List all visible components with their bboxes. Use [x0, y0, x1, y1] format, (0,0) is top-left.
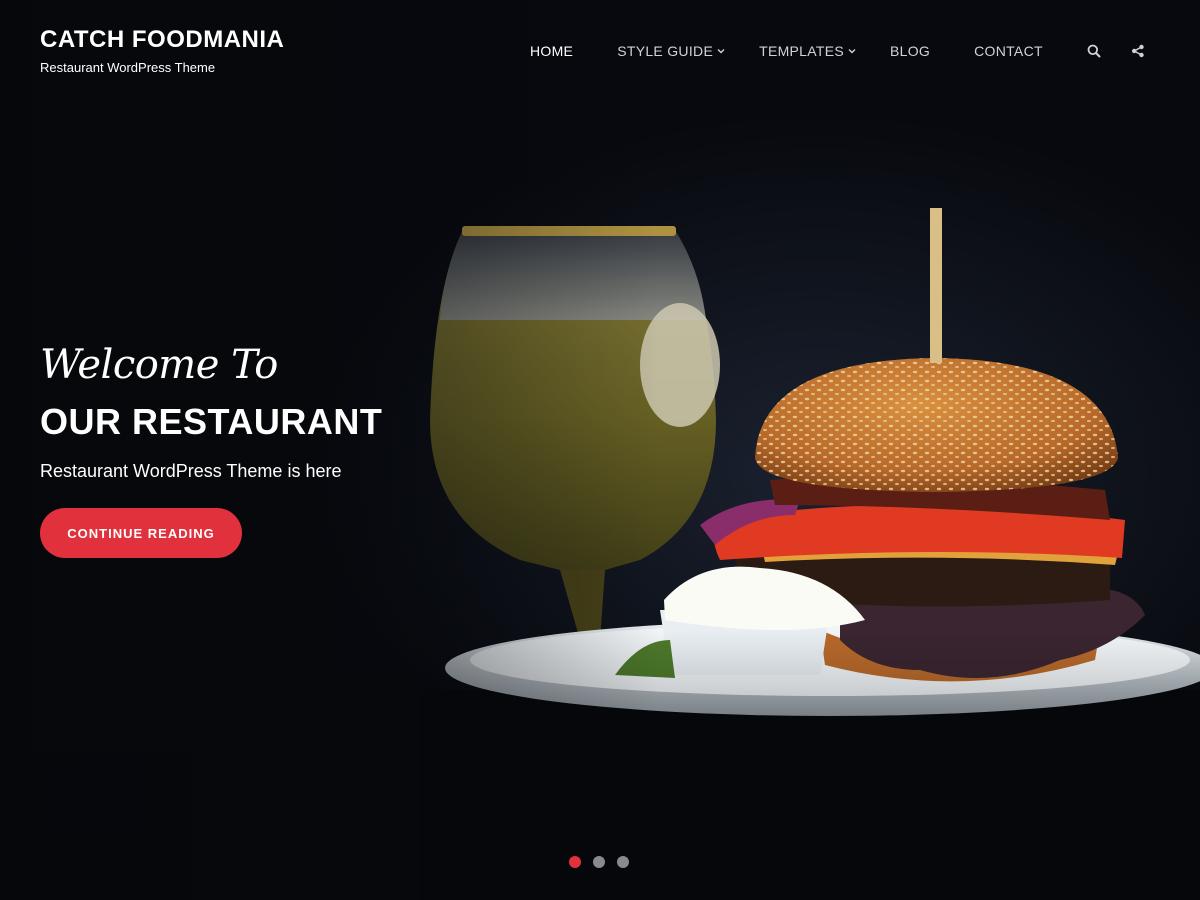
hero-subtext: Restaurant WordPress Theme is here: [40, 461, 342, 481]
site-header: CATCH FOODMANIA Restaurant WordPress The…: [0, 0, 1200, 100]
menu-item-home[interactable]: HOME: [530, 43, 573, 59]
hero-welcome-script: Welcome To: [40, 342, 278, 388]
slider-dot-3[interactable]: [617, 856, 629, 868]
menu-item-contact[interactable]: CONTACT: [974, 43, 1043, 59]
site-title[interactable]: CATCH FOODMANIA: [40, 26, 284, 54]
skewer: [930, 208, 942, 363]
menu-item-label: HOME: [530, 43, 574, 59]
search-icon: [1087, 44, 1101, 58]
hero-headline: OUR RESTAURANT: [40, 401, 383, 442]
main-menu: HOME STYLE GUIDE TEMPLATES BLOG CONTACT: [530, 40, 1087, 62]
continue-reading-button[interactable]: CONTINUE READING: [40, 508, 242, 558]
menu-item-style-guide[interactable]: STYLE GUIDE: [617, 43, 725, 59]
menu-item-label: STYLE GUIDE: [617, 43, 714, 59]
menu-item-label: BLOG: [890, 43, 931, 59]
site-tagline: Restaurant WordPress Theme: [40, 60, 216, 75]
chevron-down-icon: [717, 49, 725, 54]
hero-content: Welcome To OUR RESTAURANT Restaurant Wor…: [40, 335, 460, 558]
slider-dot-1[interactable]: [569, 856, 581, 868]
slider-dot-2[interactable]: [593, 856, 605, 868]
menu-item-label: CONTACT: [974, 43, 1043, 59]
search-button[interactable]: [1084, 40, 1104, 62]
slider-pagination: [569, 856, 641, 868]
menu-item-templates[interactable]: TEMPLATES: [759, 43, 856, 59]
chevron-down-icon: [848, 49, 856, 54]
social-share-button[interactable]: [1128, 40, 1148, 62]
menu-item-label: TEMPLATES: [759, 43, 844, 59]
menu-item-blog[interactable]: BLOG: [890, 43, 930, 59]
share-icon: [1132, 44, 1144, 58]
